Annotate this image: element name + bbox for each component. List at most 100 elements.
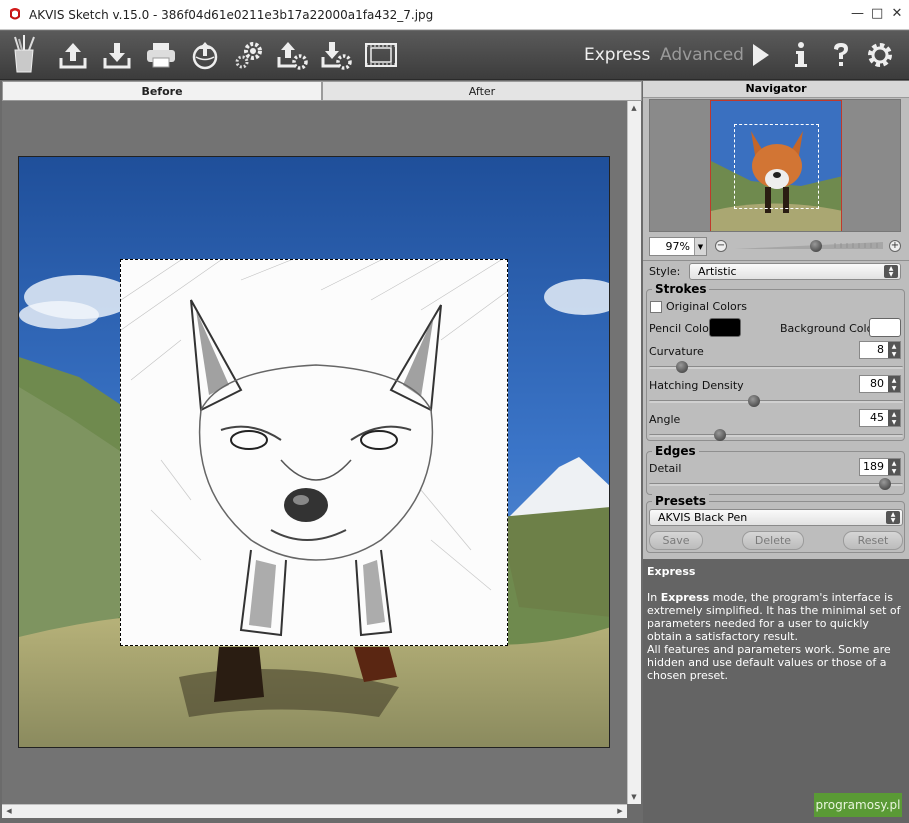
presets-title: Presets — [652, 494, 710, 508]
hatching-density-slider[interactable] — [649, 395, 903, 407]
open-icon — [59, 43, 87, 69]
upload-gear-icon — [277, 42, 308, 70]
pencil-color-swatch[interactable] — [709, 318, 741, 337]
zoom-in-button[interactable]: + — [889, 240, 901, 252]
style-value: Artistic — [698, 265, 737, 278]
edges-group: Edges Detail 189 ▲ ▼ — [646, 444, 905, 495]
detail-spinbox[interactable]: 189 ▲ ▼ — [859, 458, 901, 476]
help-paragraph: In Express mode, the program's interface… — [647, 591, 901, 643]
import-button[interactable] — [275, 37, 311, 73]
curvature-slider[interactable] — [649, 361, 903, 373]
zoom-select[interactable]: 97% ▼ — [649, 237, 707, 256]
pencil-color-label: Pencil Color — [649, 322, 714, 335]
help-paragraph-2: All features and parameters work. Some a… — [647, 643, 891, 682]
spin-up-icon[interactable]: ▲ — [888, 459, 900, 467]
info-button[interactable] — [783, 37, 819, 73]
preset-select[interactable]: AKVIS Black Pen ▲ ▼ — [649, 509, 903, 526]
export-button[interactable] — [319, 37, 355, 73]
angle-spinbox[interactable]: 45 ▲ ▼ — [859, 409, 901, 427]
settings-panel: Navigator 97% ▼ − + Style: Artistic ▲ ▼ … — [643, 81, 909, 823]
original-colors-label: Original Colors — [666, 300, 747, 313]
background-color-label: Background Color — [780, 322, 878, 335]
preset-value: AKVIS Black Pen — [658, 511, 748, 524]
hatching-density-label: Hatching Density — [649, 379, 744, 392]
sketch-preview-area[interactable] — [120, 259, 508, 646]
spin-down-icon[interactable]: ▼ — [888, 350, 900, 358]
edges-title: Edges — [652, 444, 699, 458]
title-bar: AKVIS Sketch v.15.0 - 386f04d61e0211e3b1… — [0, 0, 909, 30]
spin-down-icon[interactable]: ▼ — [888, 467, 900, 475]
spin-down-icon[interactable]: ▼ — [888, 418, 900, 426]
save-preset-button[interactable]: Save — [649, 531, 703, 550]
film-icon — [365, 43, 397, 67]
spin-up-icon[interactable]: ▲ — [888, 376, 900, 384]
help-title: Express — [647, 565, 696, 578]
run-button[interactable] — [743, 37, 779, 73]
batch-button[interactable] — [231, 37, 267, 73]
navigator-view[interactable] — [649, 99, 901, 232]
navigator-viewport-rect[interactable] — [734, 124, 819, 209]
angle-slider-knob[interactable] — [714, 429, 726, 441]
tab-before[interactable]: Before — [2, 81, 322, 101]
download-gear-icon — [321, 42, 352, 70]
help-panel: Express In Express mode, the program's i… — [643, 559, 909, 823]
curvature-spinbox[interactable]: 8 ▲ ▼ — [859, 341, 901, 359]
watermark-logo: programosy.pl — [814, 793, 902, 817]
image-canvas[interactable] — [2, 101, 627, 804]
detail-label: Detail — [649, 462, 682, 475]
express-mode-link[interactable]: Express — [584, 45, 650, 65]
zoom-out-button[interactable]: − — [715, 240, 727, 252]
open-button[interactable] — [55, 37, 91, 73]
chevron-down-icon[interactable]: ▼ — [694, 238, 706, 255]
minimize-button[interactable]: — — [851, 6, 864, 21]
curvature-slider-knob[interactable] — [676, 361, 688, 373]
zoom-slider-knob[interactable] — [810, 240, 822, 252]
style-select[interactable]: Artistic ▲ ▼ — [689, 263, 901, 280]
close-button[interactable]: ✕ — [891, 6, 903, 21]
brushes-icon — [14, 35, 35, 73]
scroll-down-icon[interactable]: ▼ — [628, 791, 640, 803]
filmstrip-button[interactable] — [363, 37, 399, 73]
maximize-button[interactable]: □ — [871, 6, 883, 21]
vertical-scrollbar[interactable]: ▲ ▼ — [627, 101, 641, 804]
horizontal-scrollbar[interactable]: ◀ ▶ — [2, 804, 627, 818]
reset-preset-button[interactable]: Reset — [843, 531, 903, 550]
updown-arrows-icon: ▲ ▼ — [884, 265, 898, 278]
detail-slider-knob[interactable] — [879, 478, 891, 490]
angle-slider[interactable] — [649, 429, 903, 441]
angle-label: Angle — [649, 413, 681, 426]
strokes-group: Strokes Original Colors Pencil Color Bac… — [646, 282, 905, 441]
hatching-density-spinbox[interactable]: 80 ▲ ▼ — [859, 375, 901, 393]
share-button[interactable] — [187, 37, 223, 73]
advanced-mode-link[interactable]: Advanced — [660, 45, 744, 65]
help-icon — [834, 43, 848, 66]
print-icon — [147, 43, 175, 68]
zoom-controls: 97% ▼ − + — [649, 237, 903, 257]
save-button[interactable] — [99, 37, 135, 73]
background-color-swatch[interactable] — [869, 318, 901, 337]
original-colors-checkbox[interactable] — [650, 301, 662, 313]
spin-up-icon[interactable]: ▲ — [888, 342, 900, 350]
settings-icon — [868, 43, 892, 67]
spin-up-icon[interactable]: ▲ — [888, 410, 900, 418]
spin-down-icon[interactable]: ▼ — [888, 384, 900, 392]
curvature-value: 8 — [877, 343, 884, 356]
scroll-up-icon[interactable]: ▲ — [628, 102, 640, 114]
zoom-slider[interactable] — [735, 240, 883, 252]
style-label: Style: — [649, 265, 681, 278]
help-button[interactable] — [823, 37, 859, 73]
print-button[interactable] — [143, 37, 179, 73]
view-tabs: Before After — [2, 81, 642, 101]
info-icon — [795, 42, 807, 67]
scroll-left-icon[interactable]: ◀ — [3, 805, 15, 817]
updown-arrows-icon: ▲ ▼ — [886, 511, 900, 524]
run-icon — [753, 44, 769, 66]
scroll-right-icon[interactable]: ▶ — [614, 805, 626, 817]
detail-slider[interactable] — [649, 478, 903, 490]
delete-preset-button[interactable]: Delete — [742, 531, 804, 550]
settings-button[interactable] — [862, 37, 898, 73]
tab-after[interactable]: After — [322, 81, 642, 101]
navigator-thumbnail — [710, 100, 842, 231]
brushes-button[interactable] — [6, 33, 42, 75]
hatching-density-slider-knob[interactable] — [748, 395, 760, 407]
